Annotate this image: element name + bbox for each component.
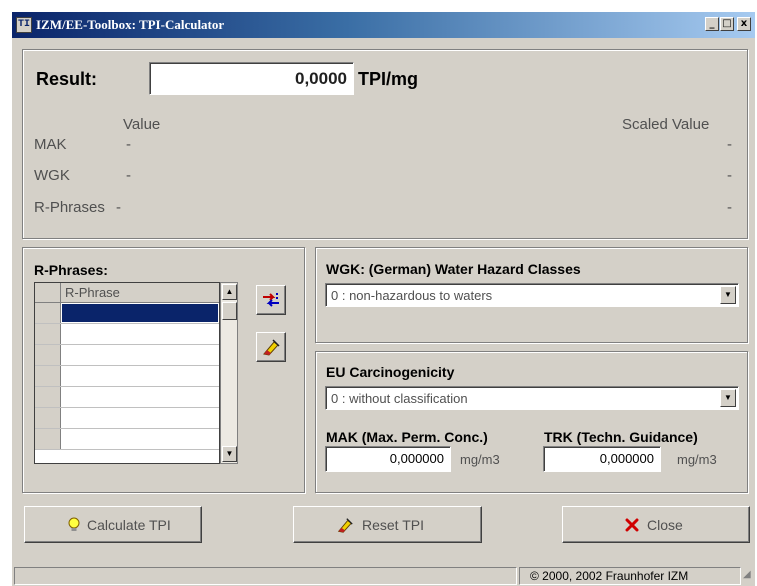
window-title: IZM/EE-Toolbox: TPI-Calculator	[36, 17, 225, 32]
table-row[interactable]	[35, 387, 219, 408]
title-bar[interactable]: TI IZM/EE-Toolbox: TPI-Calculator _ □ x	[12, 12, 755, 38]
row-indicator	[35, 429, 61, 449]
row-indicator	[35, 345, 61, 365]
status-panel-right: © 2000, 2002 Fraunhofer IZM	[519, 567, 741, 585]
trk-input-value: 0,000000	[599, 451, 654, 466]
carcinogenicity-select[interactable]: 0 : without classification ▼	[325, 386, 739, 410]
mak-label: MAK	[34, 136, 67, 153]
wgk-value: -	[126, 167, 131, 184]
wgk-title: WGK: (German) Water Hazard Classes	[326, 261, 581, 277]
table-row[interactable]	[35, 303, 219, 324]
table-cell[interactable]	[62, 325, 218, 343]
result-field: 0,0000	[149, 62, 354, 95]
trk-unit: mg/m3	[677, 452, 717, 467]
row-indicator	[35, 324, 61, 344]
carcinogenicity-selected-value: 0 : without classification	[331, 391, 468, 406]
minimize-button[interactable]: _	[705, 17, 719, 31]
table-header: R-Phrase	[35, 283, 219, 303]
scroll-up-button[interactable]: ▲	[222, 284, 237, 300]
close-window-button[interactable]: x	[737, 17, 751, 31]
scroll-thumb[interactable]	[222, 302, 237, 320]
status-bar: © 2000, 2002 Fraunhofer IZM ◢	[12, 565, 755, 586]
table-row[interactable]	[35, 366, 219, 387]
rphrase-table[interactable]: R-Phrase	[34, 282, 220, 464]
wgk-selected-value: 0 : non-hazardous to waters	[331, 288, 493, 303]
eraser-icon	[263, 339, 280, 356]
eraser-icon	[337, 518, 353, 533]
mak-value: -	[126, 136, 131, 153]
rphrases-label: R-Phrases	[34, 199, 105, 216]
carcinogenicity-title: EU Carcinogenicity	[326, 364, 455, 380]
maximize-button[interactable]: □	[720, 17, 734, 31]
table-row[interactable]	[35, 429, 219, 450]
mak-input[interactable]: 0,000000	[325, 446, 451, 472]
wgk-select[interactable]: 0 : non-hazardous to waters ▼	[325, 283, 739, 307]
mak-unit: mg/m3	[460, 452, 500, 467]
row-indicator	[35, 303, 61, 323]
result-unit: TPI/mg	[358, 69, 419, 89]
row-indicator	[35, 366, 61, 386]
table-cell[interactable]	[62, 367, 218, 385]
rphrase-column-header: R-Phrase	[65, 285, 120, 300]
value-column-header: Value	[123, 116, 161, 133]
rphrases-scaled-value: -	[727, 199, 732, 216]
wgk-scaled-value: -	[727, 167, 732, 184]
table-row[interactable]	[35, 408, 219, 429]
scaled-value-column-header: Scaled Value	[622, 116, 710, 133]
add-phrase-button[interactable]	[256, 285, 286, 315]
trk-input[interactable]: 0,000000	[543, 446, 661, 472]
tpi-calculator-window: TI IZM/EE-Toolbox: TPI-Calculator _ □ x …	[12, 12, 755, 586]
mak-scaled-value: -	[727, 136, 732, 153]
table-cell[interactable]	[62, 304, 218, 322]
rphrases-value: -	[116, 199, 121, 216]
wgk-label: WGK	[34, 167, 70, 184]
chevron-down-icon[interactable]: ▼	[720, 286, 736, 304]
table-row[interactable]	[35, 345, 219, 366]
status-panel-left	[14, 567, 517, 585]
red-x-icon	[625, 518, 639, 532]
table-cell[interactable]	[62, 388, 218, 406]
result-label: Result:	[36, 69, 98, 89]
close-label: Close	[647, 516, 683, 533]
calculate-tpi-button[interactable]: Calculate TPI	[24, 506, 202, 543]
table-cell[interactable]	[62, 409, 218, 427]
trk-input-label: TRK (Techn. Guidance)	[544, 429, 698, 445]
reset-tpi-label: Reset TPI	[362, 516, 424, 533]
row-indicator	[35, 387, 61, 407]
resize-grip-icon[interactable]: ◢	[743, 569, 751, 580]
mak-input-value: 0,000000	[389, 451, 444, 466]
scroll-down-button[interactable]: ▼	[222, 446, 237, 462]
table-corner	[35, 283, 61, 302]
table-cell[interactable]	[62, 430, 218, 448]
mak-input-label: MAK (Max. Perm. Conc.)	[326, 429, 488, 445]
add-phrase-icon	[263, 293, 279, 307]
reset-tpi-button[interactable]: Reset TPI	[293, 506, 482, 543]
result-value: 0,0000	[295, 69, 347, 88]
copyright-text: © 2000, 2002 Fraunhofer IZM	[530, 569, 689, 583]
close-button[interactable]: Close	[562, 506, 750, 543]
lightbulb-icon	[68, 517, 80, 531]
app-icon: TI	[16, 17, 32, 33]
rphrases-title: R-Phrases:	[34, 262, 108, 278]
chevron-down-icon[interactable]: ▼	[720, 389, 736, 407]
calculate-tpi-label: Calculate TPI	[87, 516, 171, 533]
row-indicator	[35, 408, 61, 428]
table-row[interactable]	[35, 324, 219, 345]
table-scrollbar[interactable]: ▲ ▼	[220, 282, 238, 464]
clear-phrases-button[interactable]	[256, 332, 286, 362]
table-cell[interactable]	[62, 346, 218, 364]
